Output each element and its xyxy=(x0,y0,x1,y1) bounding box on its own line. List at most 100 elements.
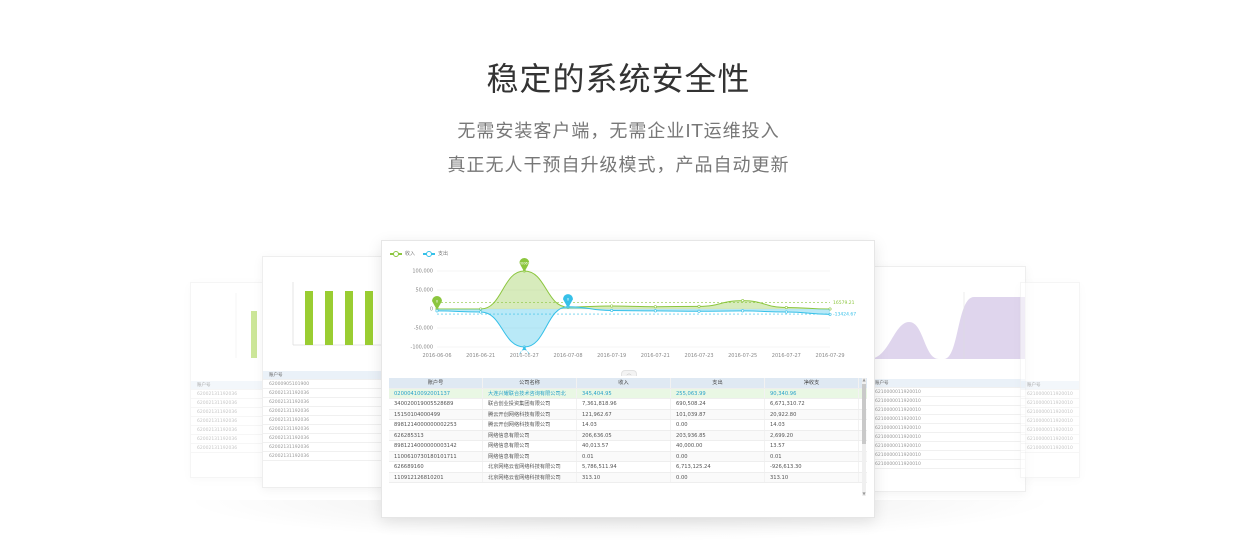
table-cell: 北京网络云雀网络科技有限公司 xyxy=(483,472,577,482)
x-tick-label: 2016-07-08 xyxy=(553,353,582,359)
table-row[interactable]: 1100610730180101711 网络信息有限公司 0.01 0.00 0.01 xyxy=(389,451,867,462)
mini-table-row: 6210000011920010 xyxy=(869,397,1025,406)
table-cell: 14.03 xyxy=(765,420,859,430)
mini-table-row: 62002131192036 xyxy=(191,390,267,399)
mini-table-row: 62002131192036 xyxy=(263,389,386,398)
mini-table-row: 6210000011920010 xyxy=(869,424,1025,433)
y-tick-label: 100,000 xyxy=(412,269,433,275)
table-row[interactable]: 02000410092001137 大连兴耀联合技术咨询有限公司北 345,404.… xyxy=(389,388,867,399)
mini-table-row: 6210000011920010 xyxy=(1021,444,1079,453)
table-cell: 大连兴耀联合技术咨询有限公司北 xyxy=(483,388,577,398)
expense-point xyxy=(741,309,745,313)
mini-table-row: 62002131192036 xyxy=(191,426,267,435)
table-cell: 6,713,125.24 xyxy=(671,462,765,472)
y-tick-label: -100,000 xyxy=(411,345,433,351)
mini-table-row: 62002131192036 xyxy=(263,398,386,407)
scroll-down-icon[interactable]: ▼ xyxy=(862,492,866,496)
mini-table-row: 6210000011920010 xyxy=(869,451,1025,460)
table-cell: 345,404.95 xyxy=(577,388,671,398)
table-cell: 101,039.87 xyxy=(671,409,765,419)
column-header-income[interactable]: 收入 xyxy=(577,378,671,388)
table-cell: -926,613.30 xyxy=(765,462,859,472)
pin-label: 20069 xyxy=(519,262,530,266)
mini-table-row: 6210000011920010 xyxy=(869,433,1025,442)
table-cell: 0.00 xyxy=(671,472,765,482)
mini-table-row: 62002131192036 xyxy=(263,407,386,416)
x-tick-label: 2016-07-21 xyxy=(641,353,670,359)
column-header-account[interactable]: 账户号 xyxy=(389,378,483,388)
scrollbar-thumb[interactable] xyxy=(862,384,866,444)
mini-table-row: 6210000011920010 xyxy=(1021,426,1079,435)
mini-table-row: 6210000011920010 xyxy=(1021,399,1079,408)
table-cell: 2,699.20 xyxy=(765,430,859,440)
table-cell: 6,671,310.72 xyxy=(765,399,859,409)
table-cell: 13.57 xyxy=(765,441,859,451)
table-cell: 腾云开创网络科技有限公司 xyxy=(483,420,577,430)
expense-point xyxy=(697,309,701,313)
table-cell: 690,508.24 xyxy=(671,399,765,409)
mini-table-row: 62002131192036 xyxy=(191,444,267,453)
scroll-up-icon[interactable]: ▲ xyxy=(862,378,866,382)
x-tick-label: 2016-06-06 xyxy=(422,353,451,359)
table-cell: 0.01 xyxy=(577,451,671,461)
mini-table-row: 6210000011920010 xyxy=(1021,417,1079,426)
y-tick-label: 50,000 xyxy=(416,288,434,294)
mini-table-row: 62002131192036 xyxy=(191,417,267,426)
mini-table-row: 6210000011920010 xyxy=(869,415,1025,424)
subtitle-line-2: 真正无人干预自升级模式，产品自动更新 xyxy=(447,155,790,176)
mini-table-row: 62002131192036 xyxy=(263,416,386,425)
subtitle-line-1: 无需安装客户端，无需企业IT运维投入 xyxy=(457,121,780,142)
expense-point xyxy=(435,309,439,313)
far-left-bar-chart xyxy=(235,293,257,358)
x-tick-label: 2016-07-27 xyxy=(772,353,801,359)
pin-label: 0 xyxy=(436,300,438,304)
table-row[interactable]: 340020019005528689 联合创业投资集团有限公司 7,361,818.… xyxy=(389,399,867,410)
expense-average-label: -13424.67 xyxy=(833,312,856,318)
column-header-company[interactable]: 公司名称 xyxy=(483,378,577,388)
table-row[interactable]: 15150104000499 腾云开创网络科技有限公司 121,962.67 101,… xyxy=(389,409,867,420)
table-cell: 0.00 xyxy=(671,420,765,430)
table-cell: 0.00 xyxy=(671,451,765,461)
table-scrollbar[interactable]: ▲ ▼ xyxy=(862,378,866,496)
mini-table-row: 6210000011920010 xyxy=(869,388,1025,397)
far-left-mini-table: 账户号 62002131192036 62002131192036 620021… xyxy=(191,381,267,453)
pin-label: 0 xyxy=(567,298,569,302)
x-tick-label: 2016-07-25 xyxy=(728,353,757,359)
table-cell: 203,936.85 xyxy=(671,430,765,440)
mini-table-row: 62000905101900 xyxy=(263,380,386,389)
mini-table-row: 62002131192036 xyxy=(191,399,267,408)
table-row[interactable]: 8981214000000003142 网络信息有限公司 40,013.57 40,0… xyxy=(389,441,867,452)
mini-table-row: 6210000011920010 xyxy=(1021,435,1079,444)
mini-table-row: 6210000011920010 xyxy=(1021,390,1079,399)
table-row[interactable]: 626285313 网络信息有限公司 206,636.05 203,936.85 2,6… xyxy=(389,430,867,441)
table-cell: 90,340.96 xyxy=(765,388,859,398)
left-mini-table: 账户号 62000905101900 62002131192036 620021… xyxy=(263,371,386,461)
collapse-chart-toggle[interactable]: ︿ xyxy=(621,370,637,377)
income-point xyxy=(610,304,614,308)
table-row[interactable]: 626689160 北京网络云雀网络科技有限公司 5,786,511.94 6,713… xyxy=(389,462,867,473)
table-cell: 1100610730180101711 xyxy=(389,451,483,461)
column-header-net[interactable]: 净收支 xyxy=(765,378,859,388)
table-cell: 626285313 xyxy=(389,430,483,440)
column-header-expense[interactable]: 支出 xyxy=(671,378,765,388)
table-row[interactable]: 8981214000000002253 腾云开创网络科技有限公司 14.03 0.00… xyxy=(389,420,867,431)
table-cell: 网络信息有限公司 xyxy=(483,441,577,451)
table-cell: 626689160 xyxy=(389,462,483,472)
table-row[interactable]: 110912126810201 北京网络云雀网络科技有限公司 313.10 0.00 3… xyxy=(389,472,867,483)
table-cell: 网络信息有限公司 xyxy=(483,430,577,440)
table-cell: 7,361,818.96 xyxy=(577,399,671,409)
income-point xyxy=(653,305,657,309)
table-cell: 14.03 xyxy=(577,420,671,430)
far-left-preview-panel: 账户号 62002131192036 62002131192036 620021… xyxy=(190,282,268,478)
table-cell: 网络信息有限公司 xyxy=(483,451,577,461)
table-cell: 110912126810201 xyxy=(389,472,483,482)
table-cell: 北京网络云雀网络科技有限公司 xyxy=(483,462,577,472)
y-tick-label: 0 xyxy=(430,307,433,313)
left-bar-chart xyxy=(292,282,383,346)
income-point xyxy=(784,305,788,309)
income-average-label: 16579.21 xyxy=(833,300,855,306)
main-dashboard-panel: 收入 支出 100,000 50,000 0 -50,000 -100,000 2016-… xyxy=(381,240,875,518)
mini-table-row: 62002131192036 xyxy=(191,435,267,444)
table-cell: 255,063.99 xyxy=(671,388,765,398)
table-cell: 206,636.05 xyxy=(577,430,671,440)
